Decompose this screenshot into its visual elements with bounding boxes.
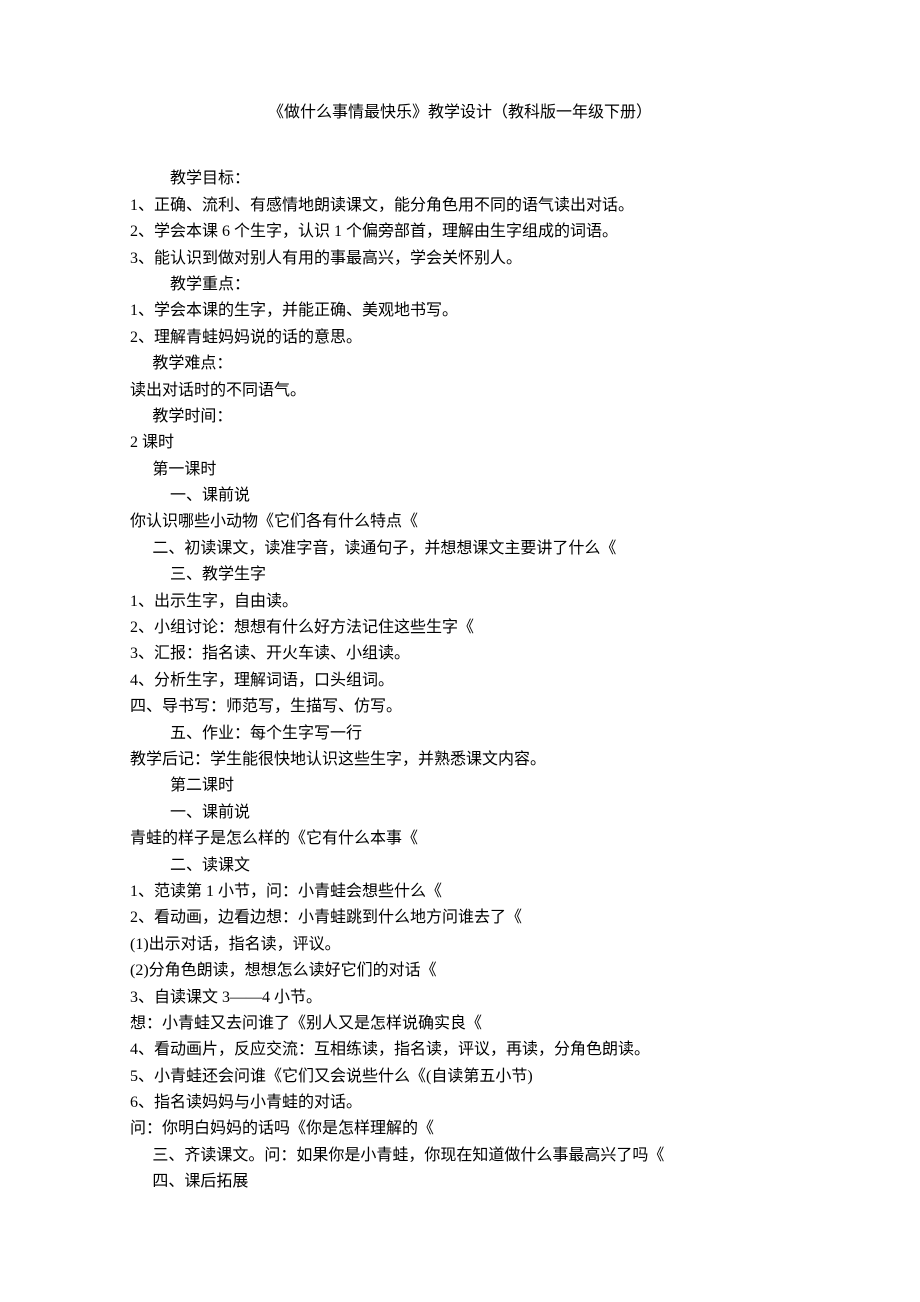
l2-s2-item: 2、看动画，边看边想：小青蛙跳到什么地方问谁去了《	[130, 905, 790, 931]
diff-header: 教学难点：	[130, 351, 790, 377]
diff-body: 读出对话时的不同语气。	[130, 378, 790, 404]
l1-s1-body: 你认识哪些小动物《它们各有什么特点《	[130, 509, 790, 535]
l2-s2-item: 3、自读课文 3——4 小节。	[130, 985, 790, 1011]
l2-s2-item: 5、小青蛙还会问谁《它们又会说些什么《(自读第五小节)	[130, 1064, 790, 1090]
l1-s3-item: 3、汇报：指名读、开火车读、小组读。	[130, 641, 790, 667]
key-header: 教学重点：	[130, 272, 790, 298]
l1-section-5: 五、作业：每个生字写一行	[130, 721, 790, 747]
l2-section-3: 三、齐读课文。问：如果你是小青蛙，你现在知道做什么事最高兴了吗《	[130, 1143, 790, 1169]
l2-s2-item: 4、看动画片，反应交流：互相练读，指名读，评议，再读，分角色朗读。	[130, 1037, 790, 1063]
l2-section-2: 二、读课文	[130, 853, 790, 879]
key-item: 2、理解青蛙妈妈说的话的意思。	[130, 325, 790, 351]
goal-item: 3、能认识到做对别人有用的事最高兴，学会关怀别人。	[130, 246, 790, 272]
time-header: 教学时间：	[130, 404, 790, 430]
goals-header: 教学目标：	[130, 166, 790, 192]
l2-s2-item: 问：你明白妈妈的话吗《你是怎样理解的《	[130, 1116, 790, 1142]
l2-s1-body: 青蛙的样子是怎么样的《它有什么本事《	[130, 826, 790, 852]
l1-section-2: 二、初读课文，读准字音，读通句子，并想想课文主要讲了什么《	[130, 536, 790, 562]
l1-s3-item: 4、分析生字，理解词语，口头组词。	[130, 668, 790, 694]
l1-s3-item: 1、出示生字，自由读。	[130, 589, 790, 615]
l2-section-4: 四、课后拓展	[130, 1169, 790, 1195]
l2-s2-item: (1)出示对话，指名读，评议。	[130, 932, 790, 958]
l1-section-1: 一、课前说	[130, 483, 790, 509]
l1-section-3: 三、教学生字	[130, 562, 790, 588]
goal-item: 2、学会本课 6 个生字，认识 1 个偏旁部首，理解由生字组成的词语。	[130, 219, 790, 245]
l1-post: 教学后记：学生能很快地认识这些生字，并熟悉课文内容。	[130, 747, 790, 773]
l2-s2-item: (2)分角色朗读，想想怎么读好它们的对话《	[130, 958, 790, 984]
l1-section-4: 四、导书写：师范写，生描写、仿写。	[130, 694, 790, 720]
time-value: 2 课时	[130, 430, 790, 456]
lesson2-header: 第二课时	[130, 773, 790, 799]
l2-s2-item: 想：小青蛙又去问谁了《别人又是怎样说确实良《	[130, 1011, 790, 1037]
doc-title: 《做什么事情最快乐》教学设计（教科版一年级下册）	[130, 100, 790, 126]
key-item: 1、学会本课的生字，并能正确、美观地书写。	[130, 298, 790, 324]
l1-s3-item: 2、小组讨论：想想有什么好方法记住这些生字《	[130, 615, 790, 641]
goal-item: 1、正确、流利、有感情地朗读课文，能分角色用不同的语气读出对话。	[130, 193, 790, 219]
lesson1-header: 第一课时	[130, 457, 790, 483]
document-page: 《做什么事情最快乐》教学设计（教科版一年级下册） 教学目标： 1、正确、流利、有…	[0, 0, 920, 1276]
l2-s2-item: 1、范读第 1 小节，问：小青蛙会想些什么《	[130, 879, 790, 905]
l2-section-1: 一、课前说	[130, 800, 790, 826]
l2-s2-item: 6、指名读妈妈与小青蛙的对话。	[130, 1090, 790, 1116]
